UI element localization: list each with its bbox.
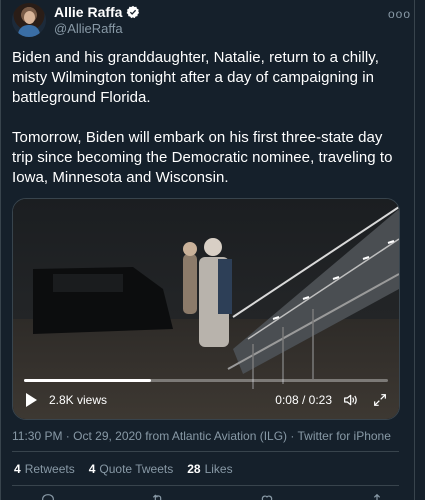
share-icon[interactable] [369,492,385,500]
quotes-stat[interactable]: 4 Quote Tweets [89,461,174,477]
likes-label: Likes [204,462,233,476]
retweets-label: Retweets [24,462,75,476]
expand-icon[interactable] [372,392,388,408]
video-time: 0:08 / 0:23 [275,393,332,407]
handle[interactable]: @AllieRaffa [54,21,123,37]
avatar-shirt [18,25,40,37]
tweet-paragraph-1: Biden and his granddaughter, Natalie, re… [12,49,379,106]
verified-badge-icon [127,5,140,19]
play-icon[interactable] [26,393,37,407]
volume-icon[interactable] [342,392,358,408]
avatar[interactable] [12,3,46,37]
tweet-header: Allie Raffa @AllieRaffa ooo [12,3,410,39]
retweet-icon[interactable] [150,492,166,500]
tweet-meta: 11:30 PM · Oct 29, 2020 from Atlantic Av… [12,428,391,444]
quotes-count: 4 [88,462,96,476]
divider [12,451,399,452]
like-icon[interactable] [259,492,275,500]
likes-stat[interactable]: 28 Likes [187,461,232,477]
tweet-text: Biden and his granddaughter, Natalie, re… [12,48,407,188]
likes-count: 28 [187,462,201,476]
divider [12,485,399,486]
tweet-paragraph-2: Tomorrow, Biden will embark on his first… [12,129,393,186]
meta-separator: · [290,429,295,443]
view-count: 2.8K views [49,393,108,407]
video-player[interactable]: 2.8K views 0:08 / 0:23 [12,198,400,420]
left-border [0,0,1,500]
quotes-label: Quote Tweets [99,462,174,476]
timestamp[interactable]: 11:30 PM · Oct 29, 2020 [12,429,142,443]
tweet-page: Allie Raffa @AllieRaffa ooo Biden and hi… [0,0,425,500]
video-frame [13,199,399,419]
source-app[interactable]: Twitter for iPhone [298,429,391,443]
video-progress-bar[interactable] [24,379,388,382]
name-row: Allie Raffa [54,3,140,21]
video-progress-fill [24,379,152,382]
avatar-face [24,11,35,24]
reply-icon[interactable] [40,492,56,500]
retweets-stat[interactable]: 4 Retweets [14,461,75,477]
more-options-icon[interactable]: ooo [388,7,411,21]
right-border [414,0,415,500]
tweet-stats: 4 Retweets 4 Quote Tweets 28 Likes [14,461,233,477]
from-location[interactable]: from Atlantic Aviation (ILG) [145,429,287,443]
tweet-actions [40,492,385,500]
display-name[interactable]: Allie Raffa [54,3,122,21]
retweets-count: 4 [14,462,21,476]
video-controls: 2.8K views 0:08 / 0:23 [24,391,388,409]
